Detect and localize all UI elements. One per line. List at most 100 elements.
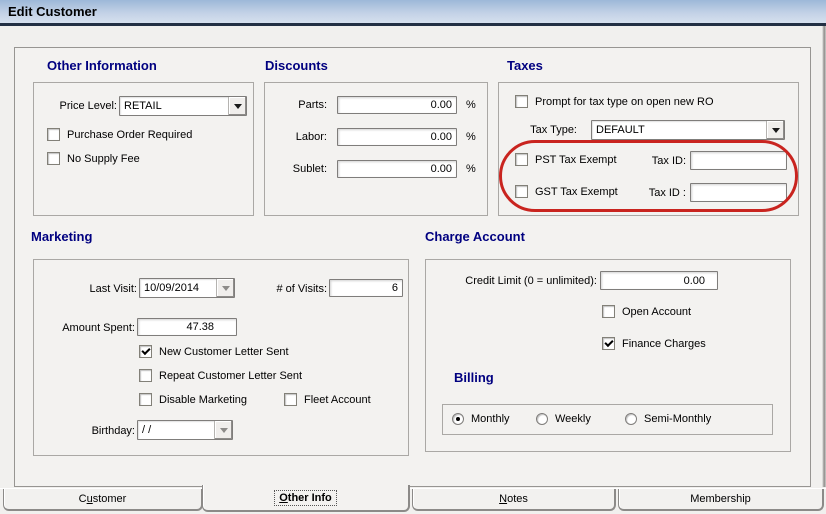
radio-button[interactable] — [536, 413, 548, 425]
checkbox-box[interactable] — [515, 153, 528, 166]
discounts-heading: Discounts — [265, 58, 328, 73]
billing-semi-monthly-radio[interactable]: Semi-Monthly — [625, 413, 711, 425]
taxes-group: Prompt for tax type on open new RO Tax T… — [498, 82, 799, 216]
sublet-discount-input[interactable] — [337, 160, 457, 178]
billing-options-group: Monthly Weekly Semi-Monthly — [442, 404, 773, 435]
price-level-select[interactable]: RETAIL — [119, 96, 247, 116]
last-visit-label: Last Visit: — [89, 283, 138, 295]
tax-type-value: DEFAULT — [596, 124, 645, 136]
checkbox-label: PST Tax Exempt — [535, 153, 617, 166]
checkbox-label: GST Tax Exempt — [535, 185, 618, 198]
tab-customer[interactable]: Customer — [3, 489, 203, 511]
birthday-date-picker[interactable]: / / — [137, 420, 233, 440]
open-account-checkbox[interactable]: Open Account — [602, 305, 691, 318]
title-bar: Edit Customer — [0, 0, 826, 26]
billing-heading: Billing — [454, 370, 494, 385]
radio-label: Weekly — [555, 413, 591, 425]
checkbox-box[interactable] — [139, 393, 152, 406]
checkbox-box[interactable] — [515, 185, 528, 198]
checkbox-label: Open Account — [622, 305, 692, 318]
window-right-edge — [822, 26, 826, 514]
charge-account-heading: Charge Account — [425, 229, 525, 244]
checkbox-box[interactable] — [515, 95, 528, 108]
dropdown-button[interactable] — [228, 97, 246, 115]
parts-label: Parts: — [298, 99, 327, 111]
tax-type-select[interactable]: DEFAULT — [591, 120, 785, 140]
checkbox-box[interactable] — [602, 305, 615, 318]
radio-button[interactable] — [452, 413, 464, 425]
purchase-order-required-checkbox[interactable]: Purchase Order Required — [47, 128, 192, 141]
radio-label: Monthly — [471, 413, 510, 425]
checkbox-box[interactable] — [47, 152, 60, 165]
repeat-customer-letter-checkbox[interactable]: Repeat Customer Letter Sent — [139, 369, 302, 382]
last-visit-date-picker[interactable]: 10/09/2014 — [139, 278, 235, 298]
tab-notes[interactable]: Notes — [412, 489, 616, 511]
checkbox-label: Disable Marketing — [159, 393, 248, 406]
fleet-account-checkbox[interactable]: Fleet Account — [284, 393, 371, 406]
pst-tax-id-label: Tax ID: — [651, 155, 686, 167]
credit-limit-input[interactable] — [600, 271, 718, 290]
sublet-label: Sublet: — [292, 163, 327, 175]
other-info-page: Other Information Discounts Taxes Market… — [14, 47, 811, 487]
visits-input[interactable] — [329, 279, 403, 297]
new-customer-letter-checkbox[interactable]: New Customer Letter Sent — [139, 345, 289, 358]
parts-discount-input[interactable] — [337, 96, 457, 114]
radio-label: Semi-Monthly — [644, 413, 712, 425]
chevron-down-icon — [221, 285, 230, 291]
tab-label: Other Info — [274, 489, 337, 506]
finance-charges-checkbox[interactable]: Finance Charges — [602, 337, 706, 350]
pst-tax-id-input[interactable] — [690, 151, 787, 170]
dropdown-button[interactable] — [214, 421, 232, 439]
pst-tax-exempt-checkbox[interactable]: PST Tax Exempt — [515, 153, 617, 166]
checkbox-box[interactable] — [139, 345, 152, 358]
disable-marketing-checkbox[interactable]: Disable Marketing — [139, 393, 247, 406]
dropdown-button[interactable] — [216, 279, 234, 297]
tab-other-info[interactable]: Other Info — [202, 485, 410, 512]
gst-tax-id-input[interactable] — [690, 183, 787, 202]
checkbox-label: No Supply Fee — [67, 152, 140, 165]
dropdown-button[interactable] — [766, 121, 784, 139]
discounts-group: Parts: % Labor: % Sublet: % — [264, 82, 488, 216]
tax-type-label: Tax Type: — [530, 124, 577, 136]
chevron-down-icon — [219, 427, 228, 433]
billing-weekly-radio[interactable]: Weekly — [536, 413, 591, 425]
tab-label: Membership — [690, 493, 751, 505]
other-information-heading: Other Information — [47, 58, 157, 73]
chevron-down-icon — [771, 127, 780, 133]
radio-button[interactable] — [625, 413, 637, 425]
checkbox-label: Prompt for tax type on open new RO — [535, 95, 714, 108]
labor-discount-input[interactable] — [337, 128, 457, 146]
gst-tax-exempt-checkbox[interactable]: GST Tax Exempt — [515, 185, 618, 198]
checkbox-box[interactable] — [47, 128, 60, 141]
taxes-heading: Taxes — [507, 58, 543, 73]
tab-membership[interactable]: Membership — [618, 489, 824, 511]
credit-limit-label: Credit Limit (0 = unlimited): — [465, 275, 597, 287]
edit-customer-window: Edit Customer Other Information Discount… — [0, 0, 826, 514]
birthday-label: Birthday: — [91, 425, 135, 437]
checkbox-box[interactable] — [284, 393, 297, 406]
price-level-label: Price Level: — [59, 100, 117, 112]
marketing-heading: Marketing — [31, 229, 93, 244]
window-title: Edit Customer — [8, 4, 97, 19]
checkbox-label: Repeat Customer Letter Sent — [159, 369, 303, 382]
checkbox-box[interactable] — [139, 369, 152, 382]
marketing-group: Last Visit: 10/09/2014 # of Visits: Amou… — [33, 259, 409, 456]
checkbox-label: New Customer Letter Sent — [159, 345, 289, 358]
checkbox-label: Purchase Order Required — [67, 128, 193, 141]
gst-tax-id-label: Tax ID : — [648, 187, 686, 199]
price-level-value: RETAIL — [124, 100, 162, 112]
checkbox-box[interactable] — [602, 337, 615, 350]
birthday-value: / / — [142, 424, 152, 436]
billing-monthly-radio[interactable]: Monthly — [452, 413, 510, 425]
sublet-percent-sign: % — [466, 163, 476, 175]
no-supply-fee-checkbox[interactable]: No Supply Fee — [47, 152, 140, 165]
charge-account-group: Credit Limit (0 = unlimited): Open Accou… — [425, 259, 791, 452]
prompt-tax-type-checkbox[interactable]: Prompt for tax type on open new RO — [515, 95, 714, 108]
amount-spent-input[interactable] — [137, 318, 237, 336]
checkbox-label: Finance Charges — [622, 337, 706, 350]
visits-label: # of Visits: — [276, 283, 327, 295]
checkbox-label: Fleet Account — [304, 393, 371, 406]
amount-spent-label: Amount Spent: — [62, 322, 135, 334]
other-information-group: Price Level: RETAIL Purchase Order Requi… — [33, 82, 254, 216]
labor-percent-sign: % — [466, 131, 476, 143]
